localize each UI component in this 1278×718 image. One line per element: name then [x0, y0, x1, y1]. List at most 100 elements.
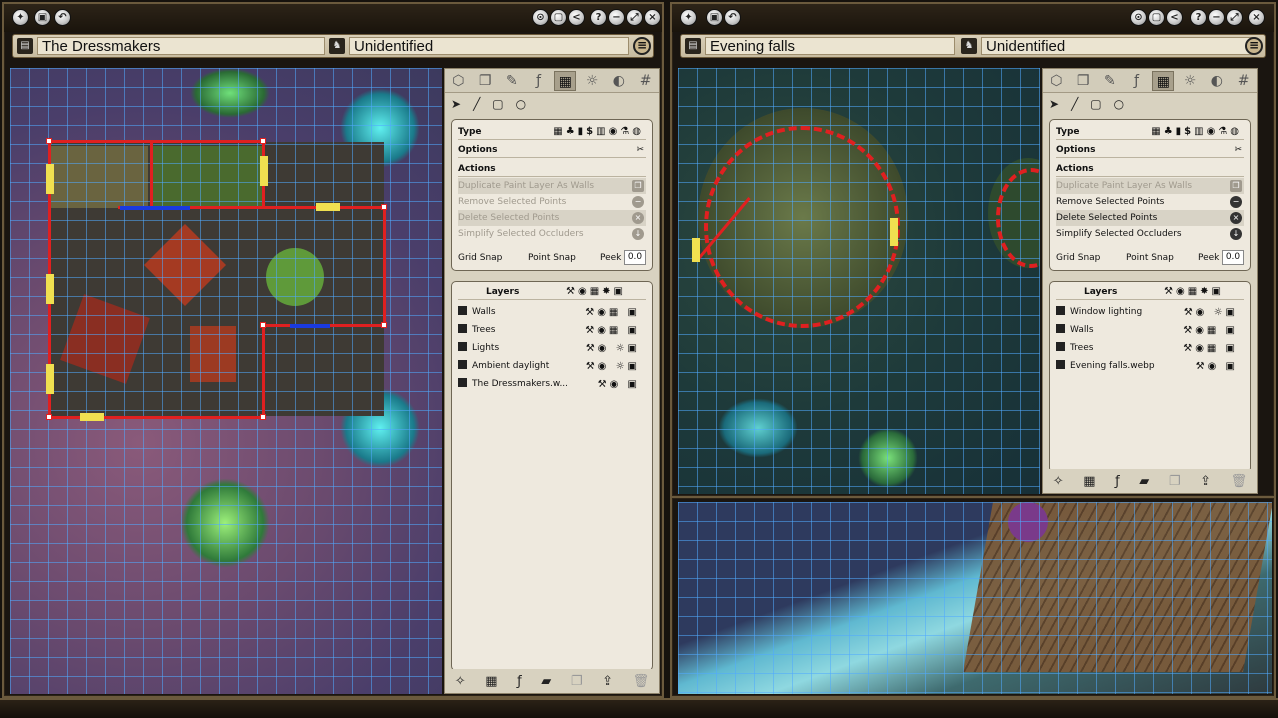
scissors-icon[interactable]: ✂ [636, 142, 644, 158]
layer-icons[interactable]: ⚒◉ ▣ [1196, 358, 1238, 375]
mask-tab-icon[interactable]: ◐ [1206, 71, 1228, 91]
add-fx-layer-icon[interactable]: ƒ [517, 674, 522, 689]
layer-icons[interactable]: ⚒◉▦ ▣ [1183, 322, 1238, 339]
app-logo-icon[interactable]: ✦ [12, 9, 29, 26]
minimize-icon[interactable]: − [608, 9, 625, 26]
window-segment[interactable] [890, 218, 898, 246]
preview-map-canvas[interactable] [678, 502, 1272, 694]
layer-row[interactable]: Trees ⚒◉▦ ▣ [458, 322, 646, 339]
window-segment[interactable] [46, 364, 54, 394]
circle-icon[interactable]: ○ [1114, 97, 1124, 111]
dice-tab-icon[interactable]: ⬡ [447, 71, 469, 91]
action-delete-points[interactable]: Delete Selected Points × [458, 210, 646, 226]
zoom-icon[interactable]: ⊙ [1130, 9, 1147, 26]
peek-input[interactable]: 0.0 [1222, 250, 1244, 265]
walls-tab-icon[interactable]: ▦ [554, 70, 577, 91]
window-segment[interactable] [46, 274, 54, 304]
add-fx-layer-icon[interactable]: ƒ [1115, 474, 1120, 489]
add-wall-layer-icon[interactable]: ▦ [1083, 474, 1095, 489]
layer-row[interactable]: Walls ⚒◉▦ ▣ [458, 304, 646, 321]
layer-row[interactable]: Walls ⚒◉▦ ▣ [1056, 322, 1244, 339]
action-duplicate[interactable]: Duplicate Paint Layer As Walls ❐ [1056, 178, 1244, 194]
window-segment[interactable] [316, 203, 340, 211]
close-icon[interactable]: × [1248, 9, 1265, 26]
trash-icon[interactable]: 🗑 [633, 674, 650, 689]
action-remove-points[interactable]: Remove Selected Points − [458, 194, 646, 210]
rect-icon[interactable]: ▢ [492, 97, 503, 111]
layer-row[interactable]: The Dressmakers.w... ⚒◉ ▣ [458, 376, 646, 393]
type-icons[interactable]: ▦♣▮$▥◉⚗◍ [553, 124, 644, 140]
scene-name-field[interactable]: Evening falls [705, 37, 955, 55]
brush-tab-icon[interactable]: ✎ [1099, 71, 1121, 91]
share-icon[interactable]: < [568, 9, 585, 26]
layer-icons[interactable]: ⚒◉ ☼▣ [586, 358, 640, 375]
back-icon[interactable]: ↶ [54, 9, 71, 26]
wall-segment[interactable] [150, 140, 153, 208]
back-icon[interactable]: ↶ [724, 9, 741, 26]
lock-icon[interactable]: ▢ [550, 9, 567, 26]
app-logo-icon[interactable]: ✦ [680, 9, 697, 26]
wall-point[interactable] [381, 204, 387, 210]
tv-icon[interactable]: ▣ [706, 9, 723, 26]
wall-point[interactable] [381, 322, 387, 328]
action-duplicate[interactable]: Duplicate Paint Layer As Walls ❐ [458, 178, 646, 194]
circle-icon[interactable]: ○ [516, 97, 526, 111]
wall-point[interactable] [260, 322, 266, 328]
duplicate-layer-icon[interactable]: ❐ [571, 674, 583, 689]
layer-icons[interactable]: ⚒◉▦ ▣ [585, 304, 640, 321]
add-wall-layer-icon[interactable]: ▦ [485, 674, 497, 689]
grid-snap-toggle[interactable]: Grid Snap [458, 253, 502, 263]
wall-point[interactable] [46, 414, 52, 420]
dice-tab-icon[interactable]: ⬡ [1045, 71, 1067, 91]
left-titlebar[interactable]: ✦ ▣ ↶ ⊙ ▢ < ? − ⤢ × [4, 4, 662, 32]
layers-tab-icon[interactable]: ❐ [1072, 71, 1094, 91]
action-simplify[interactable]: Simplify Selected Occluders ↓ [458, 226, 646, 242]
layer-row[interactable]: Trees ⚒◉▦ ▣ [1056, 340, 1244, 357]
resize-icon[interactable]: ⤢ [1226, 9, 1243, 26]
action-remove-points[interactable]: Remove Selected Points − [1056, 194, 1244, 210]
light-tab-icon[interactable]: ☼ [1179, 71, 1201, 91]
left-map-canvas[interactable]: 8 6 [10, 68, 442, 694]
right-map-canvas[interactable] [678, 68, 1040, 494]
duplicate-layer-icon[interactable]: ❐ [1169, 474, 1181, 489]
menu-icon[interactable]: ≡ [633, 37, 651, 55]
mask-tab-icon[interactable]: ◐ [608, 71, 630, 91]
help-icon[interactable]: ? [1190, 9, 1207, 26]
add-folder-icon[interactable]: ▰ [541, 674, 551, 689]
export-layer-icon[interactable]: ⇪ [602, 674, 613, 689]
door-segment[interactable] [290, 324, 330, 328]
point-snap-toggle[interactable]: Point Snap [1126, 250, 1174, 266]
circular-wall[interactable] [704, 126, 900, 328]
wall-point[interactable] [260, 138, 266, 144]
window-segment[interactable] [692, 238, 700, 262]
action-delete-points[interactable]: Delete Selected Points × [1056, 210, 1244, 226]
right-titlebar[interactable]: ✦ ▣ ↶ ⊙ ▢ < ? − ⤢ × [672, 4, 1274, 32]
walls-tab-icon[interactable]: ▦ [1152, 70, 1175, 91]
wall-point[interactable] [260, 414, 266, 420]
wall-segment[interactable] [262, 324, 265, 418]
brush-tab-icon[interactable]: ✎ [501, 71, 523, 91]
layer-row[interactable]: Window lighting ⚒◉ ☼▣ [1056, 304, 1244, 321]
wall-segment[interactable] [383, 206, 386, 326]
grid-snap-toggle[interactable]: Grid Snap [1056, 253, 1100, 263]
help-icon[interactable]: ? [590, 9, 607, 26]
type-icons[interactable]: ▦♣▮$▥◉⚗◍ [1151, 124, 1242, 140]
zoom-icon[interactable]: ⊙ [532, 9, 549, 26]
layer-icons[interactable]: ⚒◉▦ ▣ [585, 322, 640, 339]
trash-icon[interactable]: 🗑 [1231, 474, 1248, 489]
layers-tab-icon[interactable]: ❐ [474, 71, 496, 91]
layer-icons[interactable]: ⚒◉ ☼▣ [586, 340, 640, 357]
layer-icons[interactable]: ⚒◉ ▣ [598, 376, 640, 393]
identity-field[interactable]: Unidentified [981, 37, 1253, 55]
window-segment[interactable] [260, 156, 268, 186]
resize-icon[interactable]: ⤢ [626, 9, 643, 26]
identity-field[interactable]: Unidentified [349, 37, 629, 55]
wall-segment[interactable] [48, 140, 262, 143]
add-folder-icon[interactable]: ▰ [1139, 474, 1149, 489]
fx-tab-icon[interactable]: ƒ [528, 71, 550, 91]
wall-point[interactable] [46, 138, 52, 144]
pointer-icon[interactable]: ➤ [1049, 97, 1059, 111]
menu-icon[interactable]: ≡ [1245, 37, 1263, 55]
rect-icon[interactable]: ▢ [1090, 97, 1101, 111]
minimize-icon[interactable]: − [1208, 9, 1225, 26]
